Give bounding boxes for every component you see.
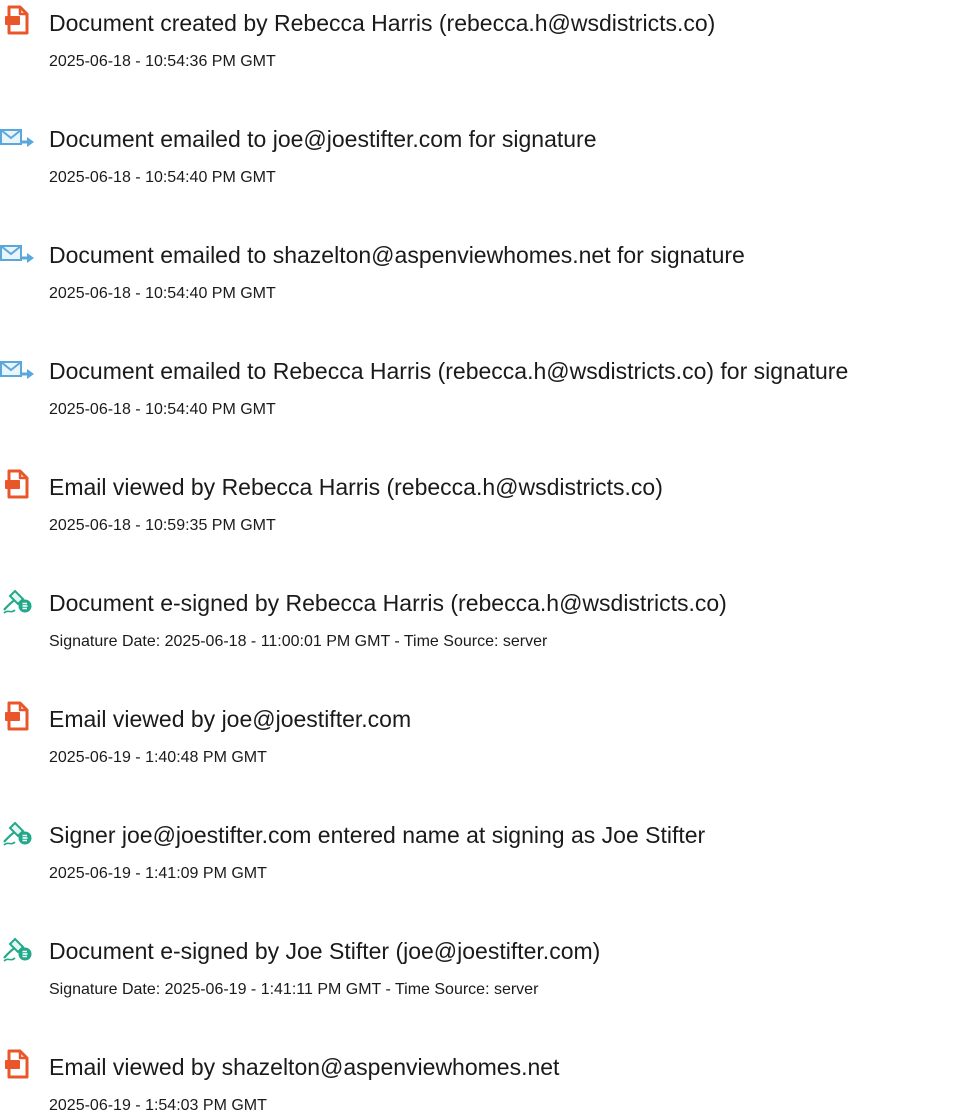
event-title: Document created by Rebecca Harris (rebe…	[49, 10, 716, 36]
event-title: Email viewed by joe@joestifter.com	[49, 706, 412, 732]
event-timestamp: 2025-06-19 - 1:41:09 PM GMT	[49, 865, 267, 882]
email-icon	[0, 118, 40, 154]
audit-event: Document emailed to joe@joestifter.com f…	[0, 116, 974, 206]
event-title: Document e-signed by Rebecca Harris (reb…	[49, 590, 727, 616]
event-timestamp: Signature Date: 2025-06-19 - 1:41:11 PM …	[49, 981, 539, 998]
event-timestamp: 2025-06-18 - 10:54:40 PM GMT	[49, 401, 276, 418]
event-title: Document emailed to joe@joestifter.com f…	[49, 126, 597, 152]
email-icon	[0, 350, 40, 386]
audit-event: Document emailed to shazelton@aspenviewh…	[0, 232, 974, 322]
event-title: Document e-signed by Joe Stifter (joe@jo…	[49, 938, 601, 964]
esign-icon	[0, 582, 40, 618]
event-title: Email viewed by Rebecca Harris (rebecca.…	[49, 474, 663, 500]
audit-event: Document e-signed by Joe Stifter (joe@jo…	[0, 928, 974, 1018]
document-icon	[0, 698, 40, 734]
audit-event: Document e-signed by Rebecca Harris (reb…	[0, 580, 974, 670]
audit-event: Document emailed to Rebecca Harris (rebe…	[0, 348, 974, 438]
event-title: Document emailed to Rebecca Harris (rebe…	[49, 358, 849, 384]
audit-event: Email viewed by Rebecca Harris (rebecca.…	[0, 464, 974, 554]
event-timestamp: 2025-06-18 - 10:54:40 PM GMT	[49, 169, 276, 186]
event-timestamp: 2025-06-18 - 10:54:36 PM GMT	[49, 53, 276, 70]
audit-event: Signer joe@joestifter.com entered name a…	[0, 812, 974, 902]
event-timestamp: 2025-06-18 - 10:54:40 PM GMT	[49, 285, 276, 302]
esign-icon	[0, 814, 40, 850]
event-timestamp: Signature Date: 2025-06-18 - 11:00:01 PM…	[49, 633, 548, 650]
audit-event: Email viewed by joe@joestifter.com 2025-…	[0, 696, 974, 786]
event-title: Document emailed to shazelton@aspenviewh…	[49, 242, 745, 268]
event-timestamp: 2025-06-19 - 1:54:03 PM GMT	[49, 1097, 267, 1114]
event-title: Signer joe@joestifter.com entered name a…	[49, 822, 706, 848]
document-icon	[0, 466, 40, 502]
event-title: Email viewed by shazelton@aspenviewhomes…	[49, 1054, 560, 1080]
event-timestamp: 2025-06-18 - 10:59:35 PM GMT	[49, 517, 276, 534]
document-icon	[0, 2, 40, 38]
esign-icon	[0, 930, 40, 966]
document-icon	[0, 1046, 40, 1082]
audit-event: Email viewed by shazelton@aspenviewhomes…	[0, 1044, 974, 1114]
event-timestamp: 2025-06-19 - 1:40:48 PM GMT	[49, 749, 267, 766]
audit-event: Document created by Rebecca Harris (rebe…	[0, 0, 974, 90]
email-icon	[0, 234, 40, 270]
